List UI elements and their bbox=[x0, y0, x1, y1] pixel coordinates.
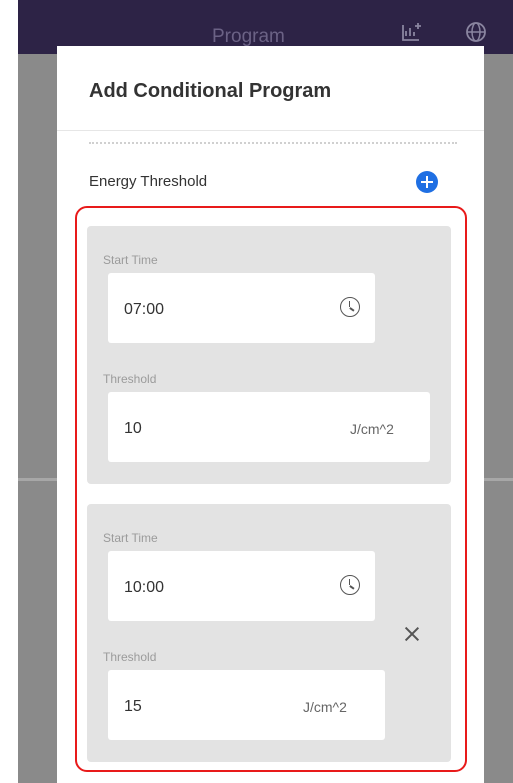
add-chart-icon[interactable] bbox=[400, 20, 424, 44]
start-time-label: Start Time bbox=[103, 531, 158, 545]
threshold-label: Threshold bbox=[103, 650, 157, 664]
dotted-divider bbox=[89, 142, 457, 144]
threshold-value: 10 bbox=[124, 420, 142, 437]
clock-icon[interactable] bbox=[340, 575, 360, 595]
add-conditional-program-dialog: Add Conditional Program Energy Threshold… bbox=[57, 46, 484, 783]
start-time-input[interactable]: 07:00 bbox=[108, 273, 375, 343]
dialog-title: Add Conditional Program bbox=[89, 80, 332, 102]
plus-circle-icon[interactable] bbox=[416, 171, 438, 193]
threshold-label: Threshold bbox=[103, 372, 157, 386]
threshold-unit: J/cm^2 bbox=[350, 421, 394, 437]
start-time-value: 07:00 bbox=[124, 301, 165, 318]
background-divider-left bbox=[18, 478, 58, 481]
energy-threshold-label: Energy Threshold bbox=[89, 173, 208, 190]
threshold-input[interactable]: 15 J/cm^2 bbox=[108, 670, 385, 740]
threshold-value: 15 bbox=[124, 698, 142, 715]
threshold-input[interactable]: 10 J/cm^2 bbox=[108, 392, 430, 462]
threshold-entry-2: Start Time 10:00 Threshold 15 J/cm^2 bbox=[87, 504, 451, 762]
clock-icon[interactable] bbox=[340, 297, 360, 317]
app-title: Program bbox=[212, 26, 285, 47]
globe-icon[interactable] bbox=[464, 20, 488, 44]
threshold-entry-1: Start Time 07:00 Threshold 10 J/cm^2 bbox=[87, 226, 451, 484]
threshold-unit: J/cm^2 bbox=[303, 699, 347, 715]
start-time-label: Start Time bbox=[103, 253, 158, 267]
title-divider bbox=[57, 130, 484, 131]
start-time-input[interactable]: 10:00 bbox=[108, 551, 375, 621]
background-divider-right bbox=[484, 478, 513, 481]
close-icon[interactable] bbox=[402, 624, 422, 644]
start-time-value: 10:00 bbox=[124, 579, 165, 596]
